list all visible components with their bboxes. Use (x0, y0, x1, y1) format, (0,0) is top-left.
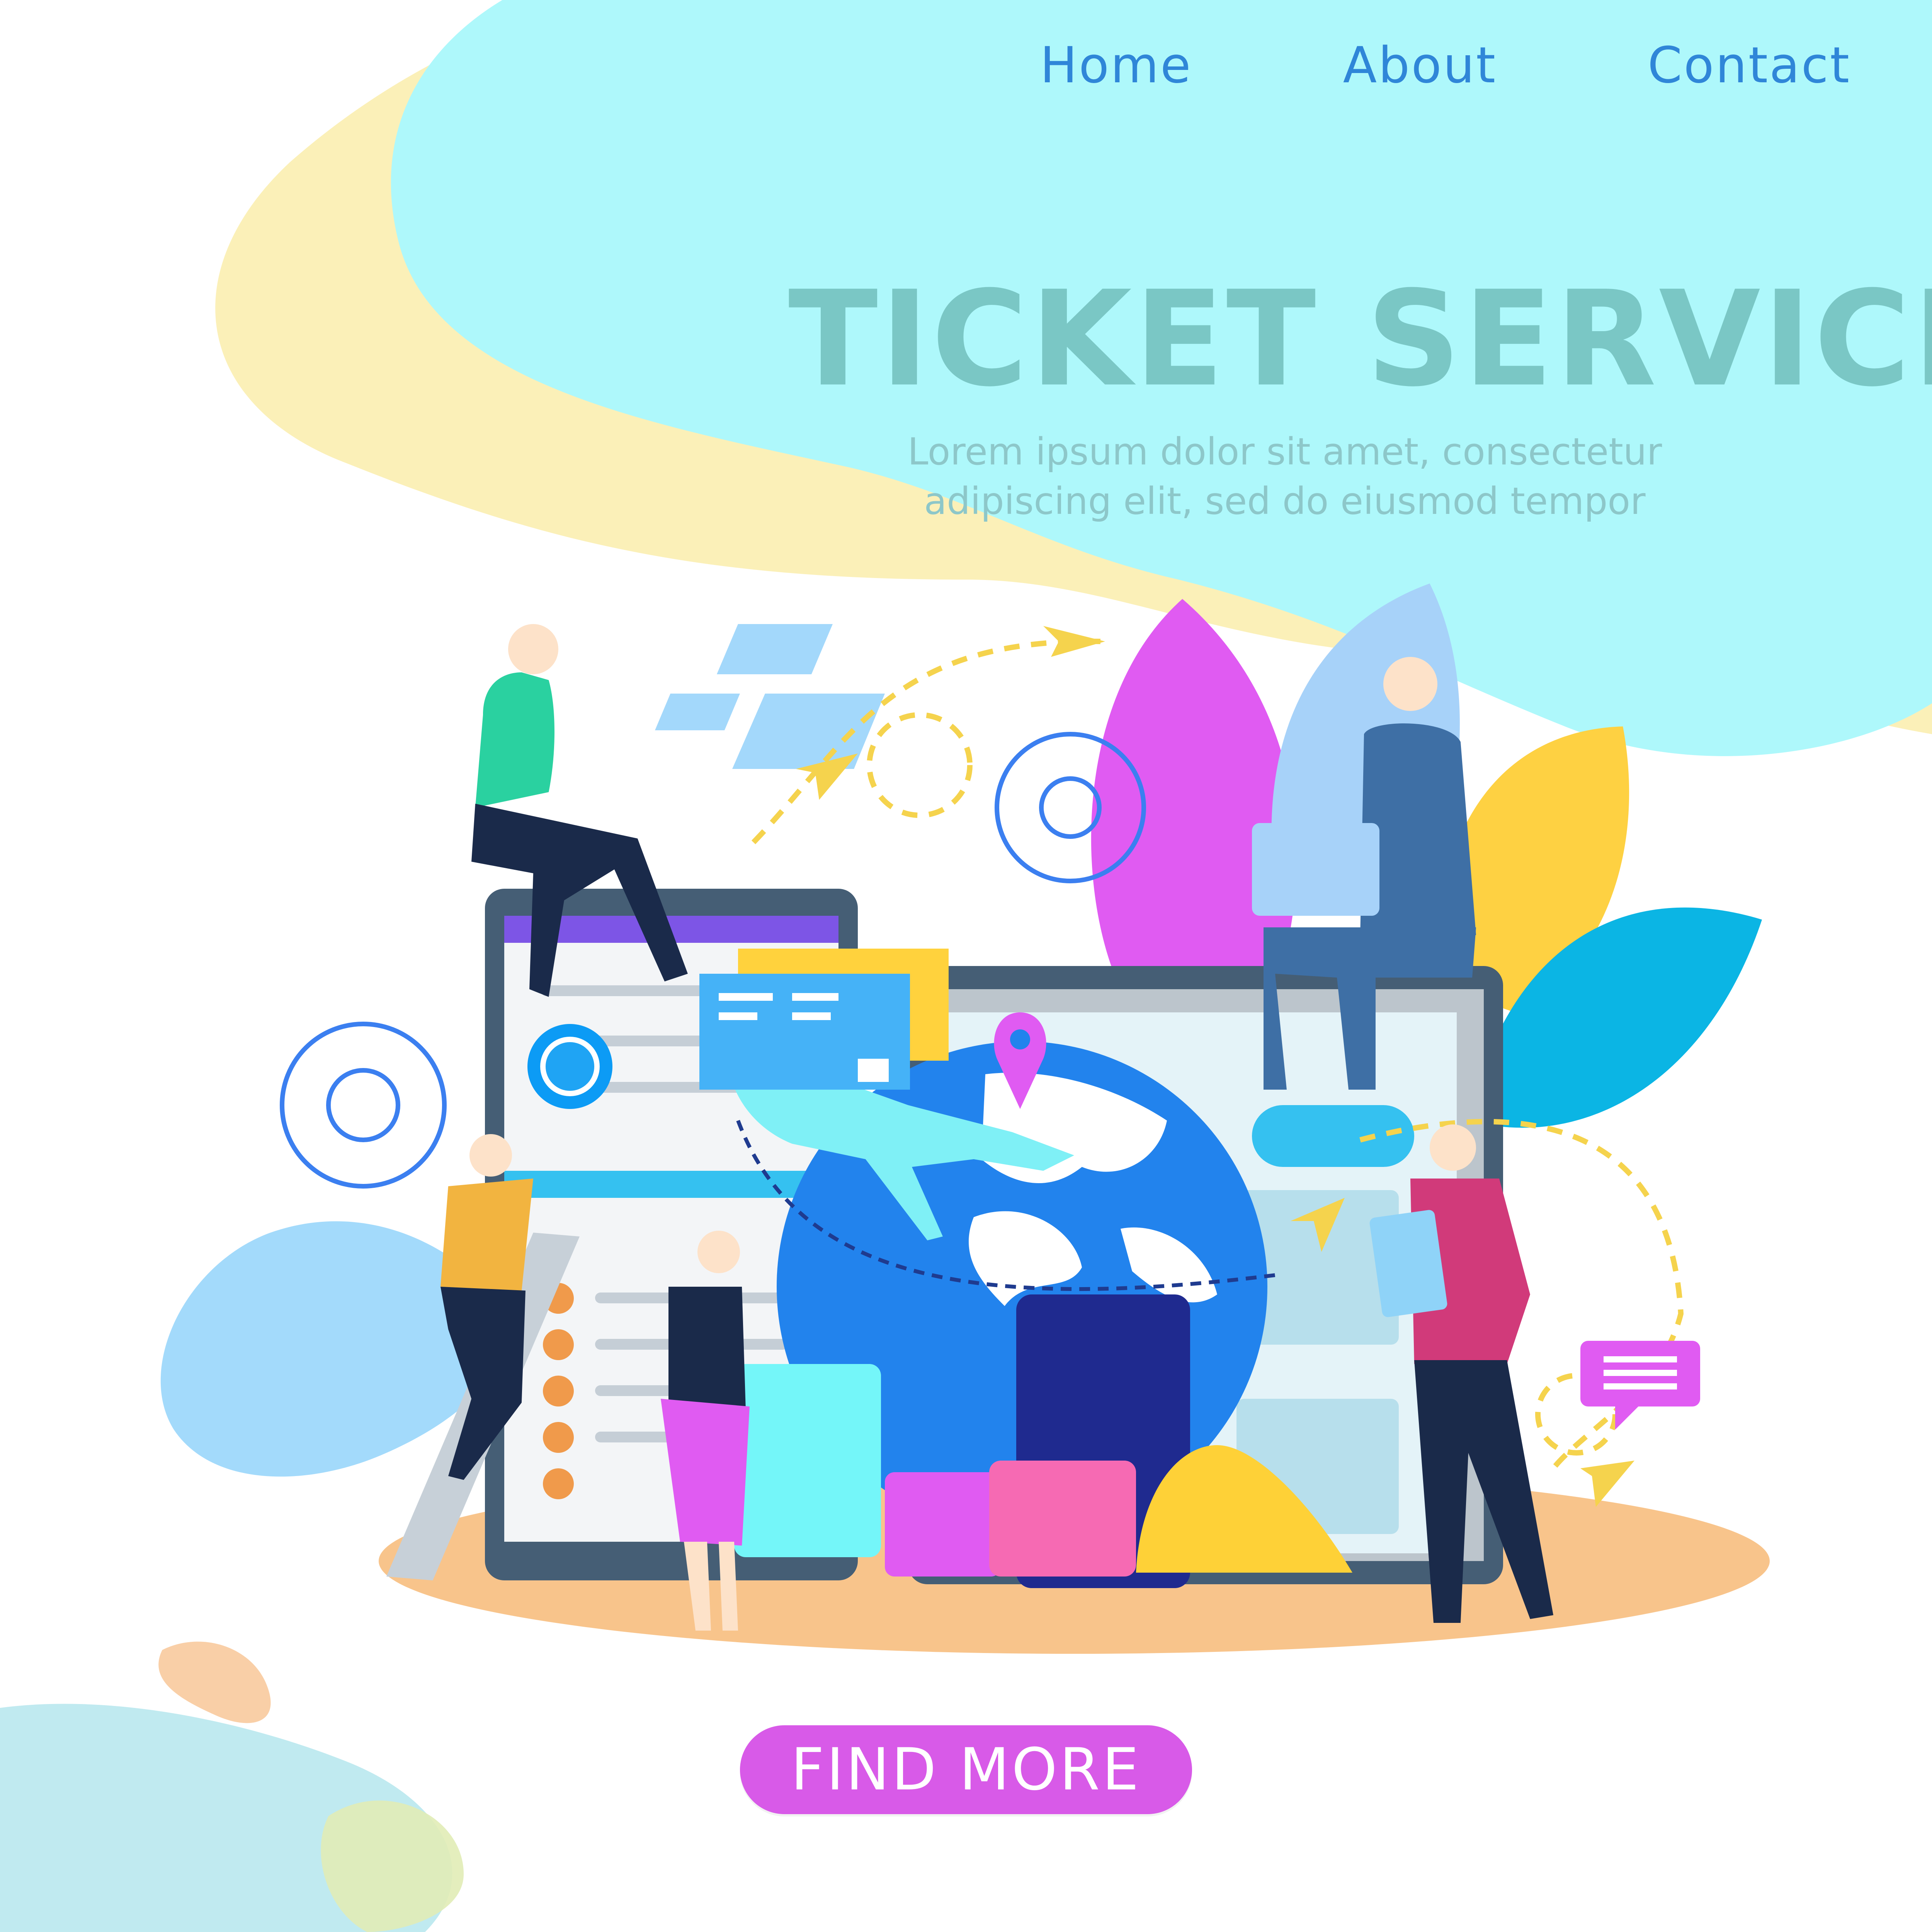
top-nav: Home About Contact (1040, 37, 1851, 94)
page-title: TICKET SERVICE (788, 263, 1932, 416)
subtitle-line-2: adipiscing elit, sed do eiusmod tempor (924, 480, 1646, 523)
page-subtitle: Lorem ipsum dolor sit amet, consectetur … (850, 427, 1719, 526)
suitcase-icon (734, 1364, 881, 1557)
tablet-icon (1369, 1210, 1447, 1317)
subtitle-line-1: Lorem ipsum dolor sit amet, consectetur (907, 430, 1662, 473)
peach-blob (158, 1641, 271, 1723)
nav-home-link[interactable]: Home (1040, 37, 1192, 94)
nav-contact-link[interactable]: Contact (1648, 37, 1851, 94)
find-more-button[interactable]: FIND MORE (740, 1725, 1192, 1814)
paper-plane-icon (1043, 626, 1105, 657)
nav-about-link[interactable]: About (1343, 37, 1497, 94)
envelope-icon (655, 624, 885, 769)
landing-page: Home About Contact TICKET SERVICE Lorem … (0, 0, 1932, 1932)
